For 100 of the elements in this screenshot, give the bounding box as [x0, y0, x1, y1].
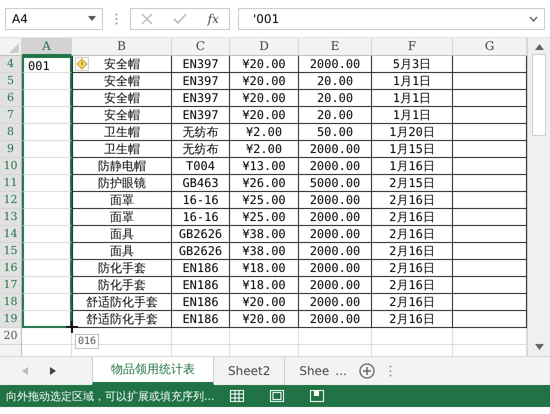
table-cell: ¥20.00 [242, 91, 286, 105]
table-cell: 防静电帽 [98, 159, 146, 173]
table-cell[interactable] [22, 226, 72, 243]
column-header[interactable]: B [72, 38, 172, 56]
row-header[interactable]: 11 [0, 175, 22, 192]
table-cell[interactable] [22, 90, 72, 107]
table-cell: 面罩 [110, 193, 134, 207]
table-cell: 2000.00 [310, 261, 360, 275]
table-cell: ¥13.00 [242, 159, 286, 173]
table-cell[interactable] [22, 260, 72, 277]
row-header[interactable]: 4 [0, 56, 22, 73]
check-icon[interactable] [173, 12, 188, 24]
next-sheet-icon[interactable] [50, 367, 56, 375]
table-cell: 50.00 [316, 125, 354, 139]
page-layout-icon[interactable] [270, 390, 284, 402]
row-header[interactable]: 6 [0, 90, 22, 107]
table-cell[interactable] [22, 141, 72, 158]
table-cell[interactable] [22, 209, 72, 226]
table-cell: 2000.00 [310, 210, 360, 224]
table-cell: ¥18.00 [242, 278, 286, 292]
table-cell: 2000.00 [310, 312, 360, 326]
row-header[interactable]: 20 [0, 328, 22, 345]
table-cell: 16-16 [182, 193, 219, 207]
table-cell: 2月16日 [389, 312, 435, 326]
scroll-down-icon[interactable] [534, 344, 544, 350]
table-cell: 20.00 [316, 74, 354, 88]
table-cell: 001 [28, 59, 50, 73]
column-header[interactable]: A [22, 38, 72, 56]
table-cell: 2月16日 [389, 227, 435, 241]
formula-field[interactable]: '001 [238, 8, 545, 30]
row-header[interactable]: 12 [0, 192, 22, 209]
column-header[interactable]: G [453, 38, 527, 56]
row-header[interactable]: 16 [0, 260, 22, 277]
page-break-icon[interactable] [310, 390, 324, 402]
fill-preview-tooltip: 016 [75, 334, 100, 349]
table-cell: EN397 [182, 74, 219, 88]
row-header[interactable]: 14 [0, 226, 22, 243]
status-message: 向外拖动选定区域，可以扩展或填充序列... [6, 388, 214, 404]
table-cell[interactable] [22, 73, 72, 90]
insert-function-button[interactable]: fx [208, 12, 219, 26]
table-cell: 5月3日 [392, 57, 432, 71]
table-cell: 1月15日 [389, 142, 435, 156]
column-header[interactable]: C [172, 38, 230, 56]
table-cell: EN186 [182, 312, 219, 326]
table-cell: 2000.00 [310, 278, 360, 292]
table-cell: 面具 [110, 244, 134, 258]
table-cell[interactable] [22, 192, 72, 209]
add-sheet-icon[interactable] [358, 363, 375, 379]
table-cell[interactable] [22, 107, 72, 124]
column-header[interactable]: D [230, 38, 299, 56]
table-cell: EN397 [182, 91, 219, 105]
table-cell: ¥38.00 [242, 227, 286, 241]
table-cell: T004 [186, 159, 215, 173]
table-cell: 安全帽 [104, 74, 140, 88]
table-cell: ¥20.00 [242, 108, 286, 122]
vertical-scrollbar[interactable] [527, 38, 550, 356]
table-cell: ¥2.00 [246, 142, 282, 156]
table-cell: 1月1日 [392, 108, 432, 122]
table-cell: EN186 [182, 261, 219, 275]
table-cell[interactable] [22, 158, 72, 175]
row-header[interactable]: 9 [0, 141, 22, 158]
table-cell: 无纺布 [182, 125, 218, 139]
name-box[interactable]: A4 [5, 8, 103, 30]
table-cell: 安全帽 [104, 91, 140, 105]
table-cell[interactable] [22, 124, 72, 141]
table-cell[interactable] [22, 277, 72, 294]
more-sheets-button[interactable]: ... [331, 357, 355, 385]
row-header[interactable]: 18 [0, 294, 22, 311]
row-header[interactable]: 13 [0, 209, 22, 226]
table-cell: 2000.00 [310, 142, 360, 156]
table-cell: ¥18.00 [242, 261, 286, 275]
row-header[interactable]: 15 [0, 243, 22, 260]
column-header[interactable]: E [299, 38, 372, 56]
row-header[interactable]: 19 [0, 311, 22, 328]
sheet-tab[interactable]: Shee [285, 357, 332, 385]
row-header[interactable]: 17 [0, 277, 22, 294]
table-cell: EN397 [182, 108, 219, 122]
column-header[interactable]: F [372, 38, 453, 56]
table-cell: ¥20.00 [242, 57, 286, 71]
row-header[interactable]: 5 [0, 73, 22, 90]
table-cell: 2月15日 [389, 176, 435, 190]
grip-icon[interactable] [388, 365, 392, 377]
normal-view-icon[interactable] [230, 390, 244, 402]
table-cell: ¥26.00 [242, 176, 286, 190]
table-cell: ¥25.00 [242, 193, 286, 207]
row-header[interactable]: 8 [0, 124, 22, 141]
table-cell[interactable]: 001 [22, 56, 72, 73]
scroll-up-icon[interactable] [534, 44, 544, 50]
table-cell: ¥2.00 [246, 125, 282, 139]
table-cell[interactable] [22, 294, 72, 311]
row-header[interactable]: 10 [0, 158, 22, 175]
scrollbar-thumb[interactable] [532, 54, 546, 136]
sheet-tab[interactable]: 物品领用统计表 [92, 357, 214, 385]
table-cell [230, 328, 299, 345]
row-header[interactable]: 7 [0, 107, 22, 124]
expand-icon[interactable] [529, 16, 538, 22]
table-cell: 2000.00 [310, 193, 360, 207]
table-cell[interactable] [22, 243, 72, 260]
table-cell[interactable] [22, 175, 72, 192]
table-cell: 2月16日 [389, 261, 435, 275]
